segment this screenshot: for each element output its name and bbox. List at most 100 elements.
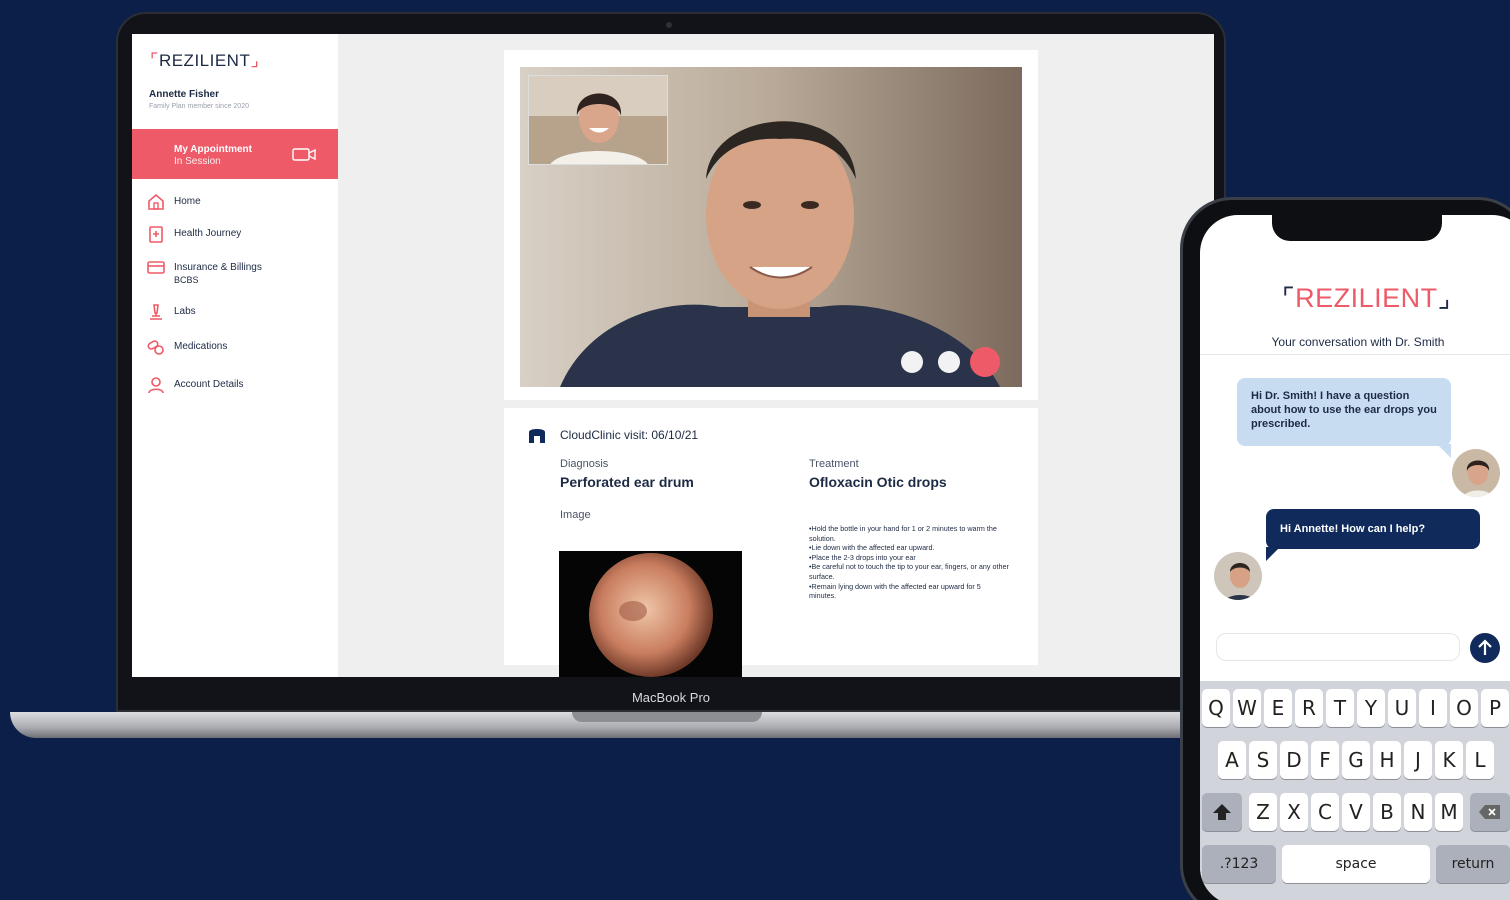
treatment-label: Treatment — [809, 458, 859, 470]
sidebar-item-labs[interactable]: Labs — [132, 303, 338, 327]
sidebar-item-label: Health Journey — [174, 228, 242, 239]
treatment-value: Ofloxacin Otic drops — [809, 474, 947, 490]
user-membership: Family Plan member since 2020 — [149, 103, 249, 110]
microscope-icon — [150, 304, 162, 320]
key-t[interactable]: T — [1326, 689, 1354, 727]
key-z[interactable]: Z — [1249, 793, 1277, 831]
key-e[interactable]: E — [1264, 689, 1292, 727]
credit-card-icon — [147, 261, 165, 274]
clipboard-icon — [149, 226, 163, 243]
diagnosis-value: Perforated ear drum — [560, 474, 694, 490]
phone-screen: ⌜REZILIENT⌟ Your conversation with Dr. S… — [1200, 215, 1510, 900]
patient-self-view-image — [529, 76, 667, 164]
video-camera-icon — [292, 148, 316, 161]
instruction-item: •Lie down with the affected ear upward. — [809, 543, 935, 553]
visit-summary-card: CloudClinic visit: 06/10/21 Diagnosis Pe… — [504, 408, 1038, 677]
sidebar: ⌜REZILIENT⌟ Annette Fisher Family Plan m… — [132, 34, 338, 677]
key-k[interactable]: K — [1435, 741, 1463, 779]
diagnosis-label: Diagnosis — [560, 458, 609, 470]
key-x[interactable]: X — [1280, 793, 1308, 831]
key-a[interactable]: A — [1218, 741, 1246, 779]
instruction-item: •Remain lying down with the affected ear… — [809, 581, 981, 601]
instruction-item: •Be careful not to touch the tip to your… — [809, 562, 1009, 581]
key-b[interactable]: B — [1373, 793, 1401, 831]
sidebar-item-label: Insurance & Billings BCBS — [174, 262, 262, 285]
shift-key[interactable] — [1202, 793, 1242, 831]
space-key[interactable]: space — [1282, 845, 1430, 883]
instruction-item: •Hold the bottle in your hand for 1 or 2… — [809, 524, 997, 543]
laptop-model-label: MacBook Pro — [631, 690, 711, 705]
return-key[interactable]: return — [1436, 845, 1510, 883]
video-call-panel — [504, 50, 1038, 400]
key-p[interactable]: P — [1481, 689, 1509, 727]
camera-toggle-button[interactable] — [938, 351, 960, 373]
key-o[interactable]: O — [1450, 689, 1478, 727]
user-name: Annette Fisher — [149, 89, 220, 100]
sidebar-item-label: Home — [174, 196, 201, 207]
sidebar-item-insurance[interactable]: Insurance & Billings BCBS — [132, 259, 338, 295]
key-h[interactable]: H — [1373, 741, 1401, 779]
home-icon — [148, 193, 164, 210]
key-m[interactable]: M — [1435, 793, 1463, 831]
key-j[interactable]: J — [1404, 741, 1432, 779]
appointment-status: In Session — [174, 156, 221, 167]
message-input[interactable] — [1216, 633, 1460, 661]
key-q[interactable]: Q — [1202, 689, 1230, 727]
phone: ⌜REZILIENT⌟ Your conversation with Dr. S… — [1180, 197, 1510, 900]
laptop-camera — [666, 22, 672, 28]
backspace-key[interactable] — [1470, 793, 1510, 831]
laptop: ⌜REZILIENT⌟ Annette Fisher Family Plan m… — [116, 12, 1226, 712]
patient-avatar — [1450, 447, 1502, 499]
image-label: Image — [560, 509, 591, 521]
send-button[interactable] — [1470, 633, 1500, 663]
key-w[interactable]: W — [1233, 689, 1261, 727]
sidebar-item-label: Medications — [174, 341, 228, 352]
key-s[interactable]: S — [1249, 741, 1277, 779]
arrow-up-icon — [1478, 639, 1492, 655]
appointment-title: My Appointment — [174, 144, 252, 155]
backspace-icon — [1479, 805, 1500, 819]
self-view-pip[interactable] — [528, 75, 668, 165]
mute-button[interactable] — [901, 351, 923, 373]
sidebar-item-label: Account Details — [174, 379, 244, 390]
key-c[interactable]: C — [1311, 793, 1339, 831]
laptop-screen: ⌜REZILIENT⌟ Annette Fisher Family Plan m… — [132, 34, 1214, 677]
shift-icon — [1213, 804, 1231, 820]
divider — [1200, 354, 1510, 355]
my-appointment-button[interactable]: My Appointment In Session — [132, 129, 338, 179]
instruction-item: •Place the 2-3 drops into your ear — [809, 552, 916, 562]
key-i[interactable]: I — [1419, 689, 1447, 727]
key-f[interactable]: F — [1311, 741, 1339, 779]
key-r[interactable]: R — [1295, 689, 1323, 727]
sidebar-item-health-journey[interactable]: Health Journey — [132, 225, 338, 249]
patient-message-bubble: Hi Dr. Smith! I have a question about ho… — [1237, 378, 1451, 458]
doctor-avatar — [1212, 550, 1264, 602]
key-l[interactable]: L — [1466, 741, 1494, 779]
doctor-video-feed — [520, 67, 1022, 387]
keyboard: Q W E R T Y U I O P A S D F G H J K L Z … — [1200, 681, 1510, 900]
conversation-title: Your conversation with Dr. Smith — [1271, 335, 1445, 349]
phone-brand-logo: ⌜REZILIENT⌟ — [1282, 283, 1451, 313]
pills-icon — [147, 340, 164, 355]
numbers-key[interactable]: .?123 — [1202, 845, 1276, 883]
key-v[interactable]: V — [1342, 793, 1370, 831]
key-g[interactable]: G — [1342, 741, 1370, 779]
sidebar-item-home[interactable]: Home — [132, 193, 338, 217]
key-n[interactable]: N — [1404, 793, 1432, 831]
key-y[interactable]: Y — [1357, 689, 1385, 727]
doctor-message-bubble: Hi Annette! How can I help? — [1266, 509, 1480, 561]
key-u[interactable]: U — [1388, 689, 1416, 727]
laptop-opening-notch — [572, 712, 762, 722]
phone-notch — [1272, 215, 1442, 241]
end-call-button[interactable] — [970, 347, 1000, 377]
visit-title: CloudClinic visit: 06/10/21 — [560, 428, 699, 442]
brand-logo[interactable]: ⌜REZILIENT⌟ — [150, 50, 259, 71]
sidebar-item-account[interactable]: Account Details — [132, 376, 338, 400]
ear-scan-image[interactable] — [559, 551, 742, 677]
sidebar-item-label: Labs — [174, 306, 196, 317]
key-d[interactable]: D — [1280, 741, 1308, 779]
sidebar-item-medications[interactable]: Medications — [132, 338, 338, 362]
user-icon — [148, 377, 164, 394]
treatment-instructions: •Hold the bottle in your hand for 1 or 2… — [809, 524, 1009, 601]
cloudclinic-icon — [529, 429, 545, 443]
